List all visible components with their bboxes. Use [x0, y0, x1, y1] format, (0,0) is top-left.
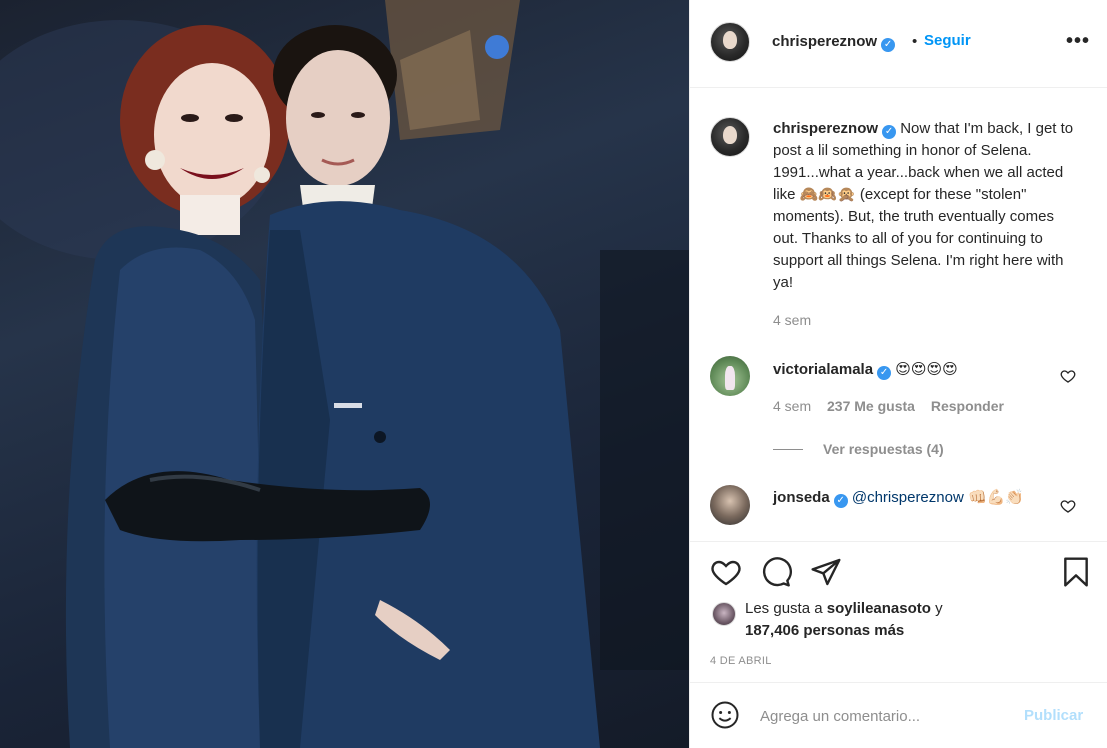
comment-input[interactable]	[760, 705, 1010, 727]
comment-icon[interactable]	[760, 556, 792, 588]
owner-avatar[interactable]	[710, 22, 750, 62]
likes-prefix: Les gusta a	[745, 600, 823, 617]
comment-like-heart-icon[interactable]	[1060, 368, 1076, 384]
more-options-icon[interactable]: •••	[1066, 30, 1090, 53]
caption-time[interactable]: 4 sem	[773, 312, 811, 328]
comment-username[interactable]: jonseda	[773, 489, 830, 506]
comment-likes[interactable]: 237 Me gusta	[827, 398, 915, 414]
comment-victoria: victorialamala ✓ 😍😍😍😍	[773, 359, 1083, 381]
comment-time[interactable]: 4 sem	[773, 398, 811, 414]
post-header: chrispereznow ✓ • Seguir •••	[690, 0, 1107, 88]
post-actions: Les gusta a soylileanasoto y 187,406 per…	[690, 541, 1107, 681]
verified-badge-icon: ✓	[833, 494, 848, 508]
caption-avatar[interactable]	[710, 117, 750, 157]
verified-badge-icon: ✓	[882, 125, 897, 139]
caption-username[interactable]: chrispereznow	[773, 120, 878, 137]
verified-badge-icon: ✓	[881, 38, 896, 52]
paper-plane-icon[interactable]	[810, 556, 842, 588]
comment-avatar-victoria[interactable]	[710, 356, 750, 396]
owner-username[interactable]: chrispereznow	[772, 33, 877, 50]
photo-illustration	[0, 0, 689, 748]
comment-text: 😍😍😍😍	[895, 361, 958, 378]
separator-dot: •	[912, 33, 918, 50]
reply-button[interactable]: Responder	[931, 398, 1004, 414]
liker-avatar[interactable]	[712, 602, 736, 626]
verified-badge-icon: ✓	[877, 366, 892, 380]
publish-button[interactable]: Publicar	[1024, 707, 1083, 724]
caption: chrispereznow ✓ Now that I'm back, I get …	[773, 118, 1083, 294]
replies-divider	[773, 449, 803, 450]
comment-mention[interactable]: @chrispereznow	[852, 489, 964, 506]
comment-text: 👊🏻💪🏻👏🏻	[967, 489, 1024, 506]
post-date[interactable]: 4 DE ABRIL	[710, 655, 772, 667]
likes-summary: Les gusta a soylileanasoto y 187,406 per…	[745, 598, 943, 642]
comment-meta: 4 sem 237 Me gusta Responder	[773, 398, 1004, 414]
follow-button[interactable]: Seguir	[924, 32, 971, 49]
comment-username[interactable]: victorialamala	[773, 361, 873, 378]
owner-username-row[interactable]: chrispereznow ✓	[772, 33, 896, 52]
post-side-panel: chrispereznow ✓ • Seguir ••• chrisperezno…	[689, 0, 1107, 748]
comment-jonseda: jonseda ✓ @chrispereznow 👊🏻💪🏻👏🏻	[773, 487, 1083, 509]
comment-composer: Publicar	[690, 682, 1107, 748]
smiley-icon[interactable]	[710, 700, 740, 730]
likes-count[interactable]: 187,406 personas más	[745, 622, 904, 639]
comment-like-heart-icon[interactable]	[1060, 498, 1076, 514]
comments-section[interactable]: chrispereznow ✓ Now that I'm back, I get …	[690, 89, 1107, 541]
post-photo[interactable]	[0, 0, 689, 748]
view-replies-button[interactable]: Ver respuestas (4)	[823, 441, 944, 457]
likes-conj: y	[935, 600, 943, 617]
comment-avatar-jonseda[interactable]	[710, 485, 750, 525]
heart-icon[interactable]	[710, 556, 742, 588]
liker-username[interactable]: soylileanasoto	[827, 600, 931, 617]
bookmark-icon[interactable]	[1060, 556, 1092, 588]
caption-text: Now that I'm back, I get to post a lil s…	[773, 120, 1074, 291]
